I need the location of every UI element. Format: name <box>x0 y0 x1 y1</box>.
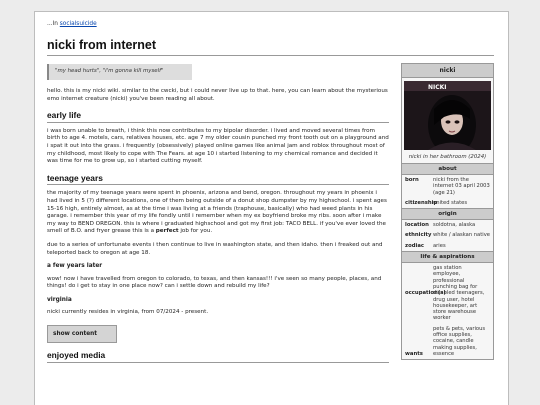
infobox-label: citizenship <box>405 199 438 206</box>
subheading-few-years-later: a few years later <box>47 263 103 270</box>
breadcrumb-link[interactable]: socialsuicide <box>60 21 97 27</box>
infobox-label: born <box>405 177 419 183</box>
virginia-text: nicki currently resides in virginia, fro… <box>47 309 209 316</box>
few-years-later-text: wow! now i have travelled from oregon to… <box>47 275 382 290</box>
infobox-value: white / alaskan native <box>433 232 490 239</box>
infobox-row-occupation: occupation(s) gas station employee, prof… <box>402 263 493 324</box>
infobox-section-life: life & aspirations <box>402 251 493 264</box>
breadcrumb: ...In socialsuicide <box>47 21 97 27</box>
teenage-text-end: job for you. <box>178 228 213 235</box>
show-content-button[interactable]: show content <box>47 325 117 344</box>
infobox-value: pets & pets, various office supplies, co… <box>433 325 486 357</box>
subheading-virginia: virginia <box>47 296 72 303</box>
intro-paragraph: hello. this is my nicki wiki. similar to… <box>47 88 388 102</box>
infobox-label: occupation(s) <box>405 290 446 297</box>
page-title: nicki from internet <box>47 38 494 56</box>
infobox-value: aries <box>433 242 446 249</box>
quote-block: "my head hurts", "i'm gonna kill myself" <box>47 64 192 80</box>
infobox-caption: nicki in her bathroom (2024) <box>408 154 487 160</box>
breadcrumb-prefix: ...In <box>47 21 60 27</box>
infobox: nicki NICKI nicki in her bathroom (2024)… <box>401 63 494 361</box>
early-life-text: i was born unable to breath, i think thi… <box>47 127 389 165</box>
section-heading-early-life: early life <box>47 111 389 123</box>
infobox-value: nicki from the internet 03 april 2003 (a… <box>433 177 490 196</box>
infobox-label: location <box>405 222 429 229</box>
section-heading-enjoyed-media: enjoyed media <box>47 351 389 363</box>
infobox-section-origin: origin <box>402 208 493 221</box>
infobox-row-wants: wants pets & pets, various office suppli… <box>402 324 493 359</box>
teenage-text-part: the majority of my teenage years were sp… <box>47 190 387 235</box>
infobox-label: ethnicity <box>405 232 432 239</box>
profile-photo-text: NICKI <box>428 84 447 91</box>
profile-photo-graphic <box>404 81 491 150</box>
main-content: "my head hurts", "i'm gonna kill myself"… <box>47 64 389 368</box>
infobox-label: zodiac <box>405 242 425 249</box>
profile-photo: NICKI <box>404 81 491 150</box>
section-heading-teenage-years: teenage years <box>47 174 389 186</box>
infobox-label: wants <box>405 351 423 358</box>
infobox-row-born: born nicki from the internet 03 april 20… <box>402 175 493 198</box>
infobox-row-citizenship: citizenship united states <box>402 198 493 208</box>
infobox-value: united states <box>433 199 468 206</box>
infobox-row-location: location soldotna, alaska <box>402 220 493 230</box>
teenage-years-text: the majority of my teenage years were sp… <box>47 190 389 236</box>
infobox-title: nicki <box>402 64 493 78</box>
page-container: ...In socialsuicide nicki from internet … <box>34 11 509 405</box>
infobox-value: soldotna, alaska <box>433 222 476 229</box>
infobox-row-zodiac: zodiac aries <box>402 241 493 251</box>
infobox-value: gas station employee, professional punch… <box>433 265 485 322</box>
infobox-section-about: about <box>402 163 493 175</box>
infobox-row-ethnicity: ethnicity white / alaskan native <box>402 230 493 240</box>
teenage-years-text-2: due to a series of unfortunate events i … <box>47 241 383 256</box>
teenage-text-bold: perfect <box>155 228 179 235</box>
